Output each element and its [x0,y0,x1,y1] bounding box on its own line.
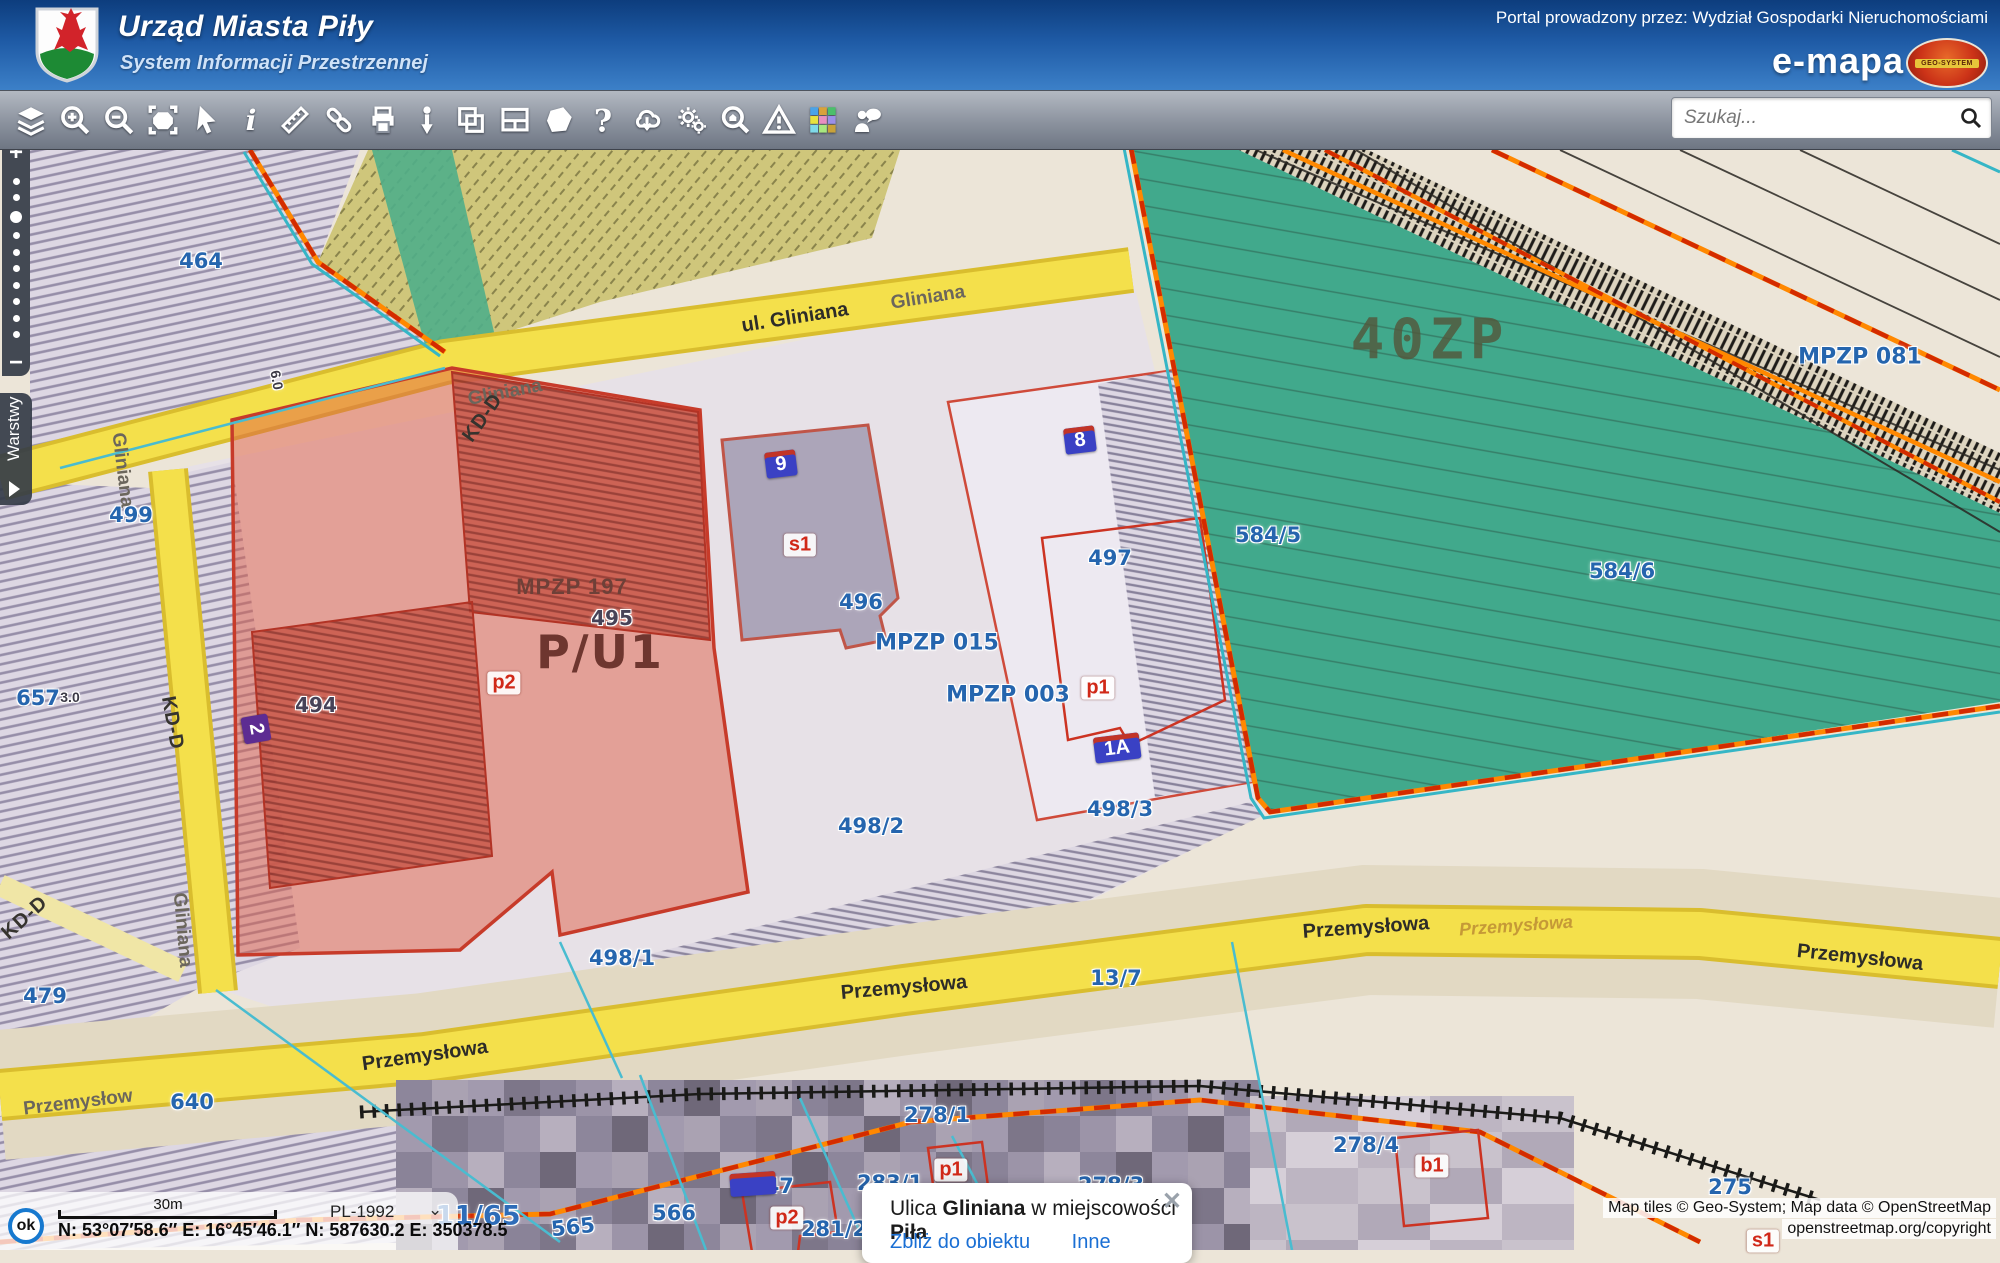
report-issue-button[interactable] [760,101,798,139]
info-icon: i [234,103,268,137]
zoom-extent-icon [146,103,180,137]
measure-icon [278,103,312,137]
measure-button[interactable] [276,101,314,139]
parcel-s1 [722,425,898,648]
coordinates-pin-icon [410,103,444,137]
layers-button[interactable] [12,101,50,139]
app-subtitle: System Informacji Przestrzennej [120,52,428,75]
search-parcel-icon [718,103,752,137]
thematic-colors-icon [806,103,840,137]
pointer-icon [190,103,224,137]
emapa-brand: e-mapa [1772,40,1904,82]
feature-popup: Ulica Gliniana w miejscowości Piła Zbliż… [862,1183,1192,1263]
search-input[interactable] [1682,104,1946,132]
zoom-extent-button[interactable] [144,101,182,139]
popup-links: Zbliż do obiektu Inne [890,1231,1147,1254]
pointer-button[interactable] [188,101,226,139]
settings-icon [674,103,708,137]
select-polygon-button[interactable] [540,101,578,139]
zoom-in-icon [58,103,92,137]
plan-marker-2[interactable]: 2 [240,713,271,744]
coordinates-pin-button[interactable] [408,101,446,139]
expand-arrow-icon [9,481,20,497]
zoom-out-button[interactable]: − [9,350,23,376]
chevron-down-icon[interactable]: ⌄ [428,1200,442,1220]
layout-panels-button[interactable] [496,101,534,139]
settings-button[interactable] [672,101,710,139]
link-icon [322,103,356,137]
zoom-level-dot[interactable] [10,211,22,223]
map-canvas[interactable] [0,148,2000,1250]
zoom-out-icon [102,103,136,137]
status-bar: ok 30m PL-1992 ⌄ N: 53°07′58.6″ E: 16°45… [0,1192,458,1250]
download-cloud-icon [630,103,664,137]
map-attribution: Map tiles © Geo-System; Map data © OpenS… [1603,1198,1996,1240]
print-button[interactable] [364,101,402,139]
scale-bar-line [58,1210,277,1219]
zoom-level-dot[interactable] [13,315,20,322]
ok-button[interactable]: ok [8,1208,44,1244]
svg-text:?: ? [594,103,612,137]
geosystem-logo: GEO-SYSTEM [1906,38,1988,88]
popup-street: Gliniana [943,1197,1026,1220]
zoom-levels [10,166,22,350]
help-icon: ? [586,103,620,137]
app-title: Urząd Miasta Piły [118,10,373,44]
plan-marker-8[interactable]: 8 [1063,425,1097,455]
report-issue-icon [762,103,796,137]
plan-marker-9[interactable]: 9 [764,449,798,479]
print-icon [366,103,400,137]
search-parcel-button[interactable] [716,101,754,139]
thematic-colors-button[interactable] [804,101,842,139]
zoom-control: + − [2,140,30,376]
search-box [1671,97,1992,139]
zoom-level-dot[interactable] [13,194,20,201]
zoom-level-dot[interactable] [13,282,20,289]
close-icon[interactable]: ✕ [1162,1187,1182,1216]
layers-panel-tab[interactable]: Warstwy [0,393,32,505]
osm-copyright-link[interactable]: openstreetmap.org/copyright [1782,1219,1996,1239]
layers-icon [14,103,48,137]
zoom-level-dot[interactable] [13,331,20,338]
zoom-level-dot[interactable] [13,249,20,256]
attribution-line1: Map tiles © Geo-System; Map data © OpenS… [1603,1198,1996,1218]
zoom-in-button[interactable] [56,101,94,139]
zoom-level-dot[interactable] [13,265,20,272]
plan-marker-blank[interactable] [729,1171,776,1197]
crs-selector[interactable]: PL-1992 [330,1202,394,1222]
zoom-level-dot[interactable] [13,232,20,239]
feedback-button[interactable] [848,101,886,139]
layers-tab-label: Warstwy [4,396,24,461]
compare-windows-icon [454,103,488,137]
search-icon[interactable] [1959,106,1983,130]
mpzp-197-zone [232,368,748,955]
zoom-level-dot[interactable] [13,178,20,185]
svg-text:i: i [246,103,257,137]
feedback-icon [850,103,884,137]
scale-bar: 30m [58,1196,278,1218]
layout-panels-icon [498,103,532,137]
portal-note: Portal prowadzony przez: Wydział Gospoda… [1496,8,1988,28]
compare-windows-button[interactable] [452,101,490,139]
link-button[interactable] [320,101,358,139]
city-crest-logo [34,6,100,84]
coordinates-readout: N: 53°07′58.6″ E: 16°45′46.1″ N: 587630.… [58,1220,508,1241]
header: Urząd Miasta Piły System Informacji Prze… [0,0,2000,90]
help-button[interactable]: ? [584,101,622,139]
zoom-level-dot[interactable] [13,298,20,305]
download-cloud-button[interactable] [628,101,666,139]
zoom-out-button[interactable] [100,101,138,139]
plan-marker-1A[interactable]: 1A [1093,732,1141,763]
info-button[interactable]: i [232,101,270,139]
toolbar: i? [0,90,2000,150]
select-polygon-icon [542,103,576,137]
